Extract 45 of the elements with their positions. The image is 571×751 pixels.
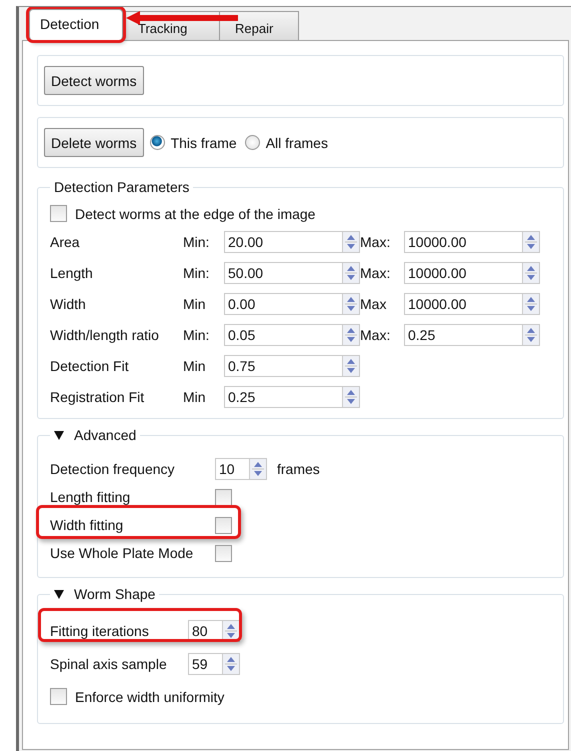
spin-box[interactable]: 50.00 [224, 262, 360, 284]
tab[interactable]: Repair [219, 11, 299, 40]
max-label: Max: [360, 265, 392, 281]
spin-box[interactable]: 20.00 [224, 231, 360, 253]
min-label: Min: [183, 234, 210, 250]
spin-box[interactable]: 0.75 [224, 355, 360, 377]
min-label: Min [183, 358, 207, 374]
checkbox-label: Enforce width uniformity [75, 688, 224, 704]
spin-box[interactable]: 0.25 [224, 386, 360, 408]
spin-box[interactable]: 10000.00 [404, 262, 540, 284]
field-label: Fitting iterations [50, 622, 150, 638]
spin-box[interactable]: 10000.00 [404, 293, 540, 315]
field-label: Spinal axis sample [50, 656, 168, 672]
radio-label: This frame [170, 134, 237, 150]
detect-worms-button[interactable]: Detect worms [44, 66, 144, 95]
group-title: Detection Parameters [54, 179, 190, 195]
checkbox-label: Detect worms at the edge of the image [75, 206, 316, 222]
radio-label: All frames [266, 134, 328, 150]
unit-label: frames [277, 461, 320, 477]
group-title: Advanced [74, 427, 136, 443]
max-label: Max: [360, 234, 392, 250]
max-label: Max: [360, 327, 392, 343]
min-label: Min [183, 389, 207, 405]
checkbox-label: Use Whole Plate Mode [50, 545, 194, 561]
spin-box[interactable]: 0.00 [224, 293, 360, 315]
field-label: Width/length ratio [50, 327, 160, 343]
field-label: Width [50, 296, 87, 312]
checkbox-label: Length fitting [50, 489, 132, 505]
field-label: Detection frequency [50, 461, 176, 477]
spin-box[interactable]: 10000.00 [404, 231, 540, 253]
field-label: Detection Fit [50, 358, 130, 374]
spin-box[interactable]: 10 [215, 458, 267, 480]
min-label: Min: [183, 327, 210, 343]
group-title: Worm Shape [74, 586, 156, 602]
spin-box[interactable]: 0.25 [404, 324, 540, 346]
spin-box[interactable]: 0.05 [224, 324, 360, 346]
checkbox-label: Width fitting [50, 517, 124, 533]
max-label: Max [360, 296, 388, 312]
min-label: Min: [183, 265, 210, 281]
min-label: Min [183, 296, 207, 312]
field-label: Area [50, 234, 81, 250]
field-label: Registration Fit [50, 389, 146, 405]
delete-worms-button[interactable]: Delete worms [44, 128, 144, 157]
field-label: Length [50, 265, 94, 281]
spin-box[interactable]: 59 [188, 652, 240, 674]
